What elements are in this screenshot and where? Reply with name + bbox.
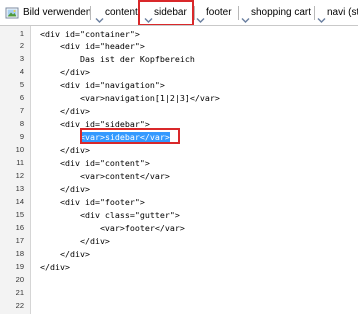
selected-text: <var>sidebar</var> (79, 132, 170, 142)
line-number: 20 (15, 275, 24, 284)
sidebar-snippet-button[interactable]: sidebar (141, 0, 193, 25)
code-line: </div> (40, 262, 70, 272)
shopping-cart-snippet-label: shopping cart (251, 7, 312, 18)
line-number: 7 (19, 106, 24, 115)
chevron-down-icon (241, 9, 250, 25)
line-number: 19 (15, 262, 24, 271)
code-line: <var>content</var> (40, 171, 170, 181)
line-number: 15 (15, 210, 24, 219)
line-number: 5 (19, 80, 24, 89)
line-number: 9 (19, 132, 24, 141)
line-number: 12 (15, 171, 24, 180)
chevron-down-icon (196, 9, 205, 25)
code-line: <var>navigation[1|2|3]</var> (40, 93, 220, 103)
line-number: 2 (19, 41, 24, 50)
line-number-gutter: 1 2 3 4 5 6 7 8 9 10 11 12 13 14 15 16 1… (0, 26, 31, 314)
chevron-down-icon (95, 9, 104, 25)
toolbar-separator (238, 6, 239, 20)
line-number: 3 (19, 54, 24, 63)
toolbar: Bild verwenden content sidebar footer sh… (0, 0, 358, 26)
line-number: 8 (19, 119, 24, 128)
code-line: <div id="navigation"> (40, 80, 165, 90)
line-number: 14 (15, 197, 24, 206)
code-line: <div id="header"> (40, 41, 145, 51)
footer-snippet-label: footer (206, 7, 232, 18)
code-line-selected: <var>sidebar</var> (40, 131, 170, 143)
code-line: <div id="content"> (40, 158, 150, 168)
line-number: 10 (15, 145, 24, 154)
bild-verwenden-button[interactable]: Bild verwenden (3, 0, 92, 25)
line-number: 17 (15, 236, 24, 245)
line-number: 16 (15, 223, 24, 232)
line-number: 13 (15, 184, 24, 193)
toolbar-separator (314, 6, 315, 20)
content-snippet-label: content (105, 7, 138, 18)
toolbar-separator (139, 6, 140, 20)
line-number: 4 (19, 67, 24, 76)
footer-snippet-button[interactable]: footer (195, 0, 237, 25)
toolbar-separator (90, 6, 91, 20)
line-number: 11 (16, 158, 24, 167)
code-line: <div id="footer"> (40, 197, 145, 207)
line-number: 21 (15, 288, 24, 297)
code-editor[interactable]: 1 2 3 4 5 6 7 8 9 10 11 12 13 14 15 16 1… (0, 26, 358, 314)
navi-snippet-button[interactable]: navi (st (316, 0, 358, 25)
bild-verwenden-label: Bild verwenden (23, 7, 92, 18)
chevron-down-icon (144, 9, 153, 25)
code-line: <var>footer</var> (40, 223, 185, 233)
shopping-cart-snippet-button[interactable]: shopping cart (240, 0, 312, 25)
code-line: </div> (40, 236, 110, 246)
code-line: </div> (40, 67, 90, 77)
code-line: <div id="sidebar"> (40, 119, 150, 129)
image-icon (5, 5, 19, 25)
chevron-down-icon (317, 9, 326, 25)
code-line: <div id="container"> (40, 29, 140, 39)
code-line: </div> (40, 106, 90, 116)
code-line: </div> (40, 249, 90, 259)
line-number: 22 (15, 301, 24, 310)
code-line: <div class="gutter"> (40, 210, 180, 220)
line-number: 6 (19, 93, 24, 102)
line-number: 18 (15, 249, 24, 258)
code-line: </div> (40, 145, 90, 155)
line-number: 1 (19, 29, 24, 38)
sidebar-snippet-label: sidebar (154, 7, 187, 18)
navi-snippet-label: navi (st (327, 7, 358, 18)
content-snippet-button[interactable]: content (93, 0, 138, 25)
code-line: Das ist der Kopfbereich (40, 54, 195, 64)
code-line: </div> (40, 184, 90, 194)
